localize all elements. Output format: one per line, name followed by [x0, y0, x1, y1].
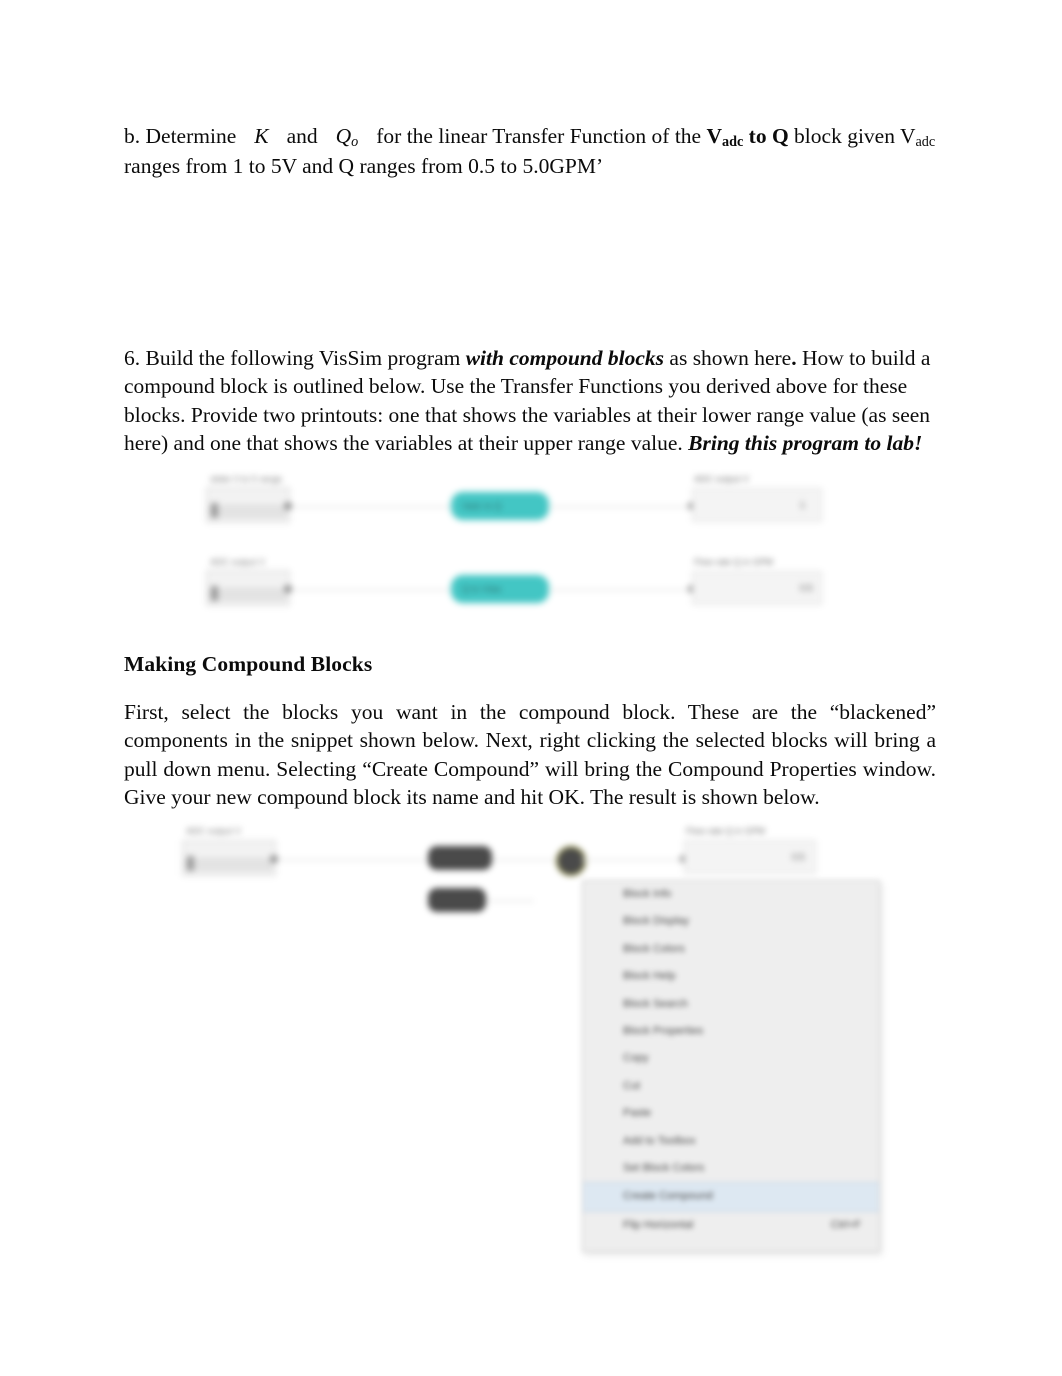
context-menu-item[interactable]: Cut — [583, 1073, 879, 1100]
slider-knob-row2[interactable] — [211, 586, 218, 601]
context-menu-item-label: Cut — [623, 1079, 641, 1092]
wire-right-row2 — [548, 589, 688, 591]
display-label-row2: Flow rate Q in GPM — [694, 557, 774, 567]
selected-block-3[interactable] — [556, 846, 586, 876]
question-6-body: as shown here — [664, 346, 792, 370]
compound-block-label-row1: Vadc to Q — [462, 501, 502, 511]
context-menu-item[interactable]: Paste — [583, 1100, 879, 1127]
context-menu-item-label: Block Search — [623, 997, 688, 1010]
context-menu-item[interactable]: Block Search — [583, 991, 879, 1018]
snippet-display-value: 0.5 — [792, 852, 805, 862]
vissim-row-2: ADC output V Q to Vdac Flow rate Q in GP… — [180, 545, 880, 625]
snippet-wire-mid-top — [492, 859, 556, 861]
question-6-lead: 6. Build the following VisSim program — [124, 346, 466, 370]
context-menu-item-label: Block Help — [623, 970, 676, 983]
snippet-wire-mid-bottom — [486, 900, 534, 902]
document-page: b. Determine Kand Qo for the linear Transfe… — [0, 0, 1062, 1376]
slider-label-row1: slider 0 to 5 range — [210, 474, 283, 484]
snippet-source-block[interactable] — [182, 840, 276, 876]
display-value-row2: 0.5 — [800, 583, 813, 593]
context-menu-item[interactable]: Block Display — [583, 908, 879, 935]
context-menu-item-label: Block Colors — [623, 942, 685, 955]
context-menu-item[interactable]: Block Colors — [583, 936, 879, 963]
context-menu-item[interactable]: Flip Horizontal Ctrl+F — [583, 1212, 879, 1239]
question-6-paragraph: 6. Build the following VisSim program wi… — [124, 344, 936, 458]
wire-left-row2 — [292, 589, 454, 591]
snippet-source-label: ADC output V — [186, 826, 242, 836]
compound-block-row2[interactable]: Q to Vdac — [452, 576, 548, 602]
context-menu-item[interactable]: Block Info — [583, 881, 879, 908]
vissim-program-diagram: slider 0 to 5 range Vadc to Q ADC output… — [180, 462, 880, 632]
question-b-prefix: b. Determine — [124, 124, 237, 148]
wire-right-row1 — [548, 506, 688, 508]
wire-left-row1 — [292, 506, 454, 508]
context-menu-item-label: Create Compound — [623, 1190, 713, 1203]
slider-block-row1[interactable] — [206, 487, 290, 523]
snippet-wire-left — [278, 859, 430, 861]
compound-block-row1[interactable]: Vadc to Q — [452, 493, 548, 519]
context-menu-item-shortcut: Ctrl+F — [830, 1218, 861, 1231]
slider-track-row1[interactable] — [210, 506, 286, 517]
snippet-slider-track[interactable] — [186, 859, 272, 870]
question-b-conjunction: and — [286, 124, 318, 148]
context-menu-item-label: Block Properties — [623, 1024, 704, 1037]
question-b-line2: ranges from 1 to 5V and Q ranges from 0.… — [124, 153, 604, 178]
selected-block-2[interactable] — [428, 888, 486, 912]
compound-block-label-row2: Q to Vdac — [462, 584, 503, 594]
question-6-emphasis-compound-blocks: with compound blocks — [465, 346, 665, 370]
context-menu-item[interactable]: Create Compound — [583, 1182, 879, 1212]
snippet-wire-right — [582, 859, 680, 861]
slider-knob-row1[interactable] — [211, 503, 218, 518]
display-value-row1: 1 — [800, 500, 806, 510]
block-name-vadc-to-q: Vadc to Q — [706, 124, 789, 151]
slider-label-row2: ADC output V — [210, 557, 266, 567]
display-label-row1: ADC output V — [694, 474, 750, 484]
context-menu-item-label: Block Display — [623, 915, 690, 928]
question-b-after-block: block given Vadc — [794, 124, 936, 151]
making-compound-blocks-paragraph: First, select the blocks you want in the… — [124, 700, 936, 810]
context-menu-item-label: Flip Horizontal — [623, 1218, 694, 1231]
context-menu[interactable]: Block Info Block Display Block Colors Block… — [582, 880, 880, 1252]
symbol-qo: Qo — [335, 124, 359, 151]
output-port-row1 — [284, 502, 292, 510]
context-menu-item[interactable]: Add to Toolbox — [583, 1128, 879, 1155]
context-menu-item-label: Block Info — [623, 888, 672, 900]
context-menu-item[interactable]: Copy — [583, 1045, 879, 1072]
context-menu-item-label: Paste — [623, 1107, 652, 1120]
snippet-output-port — [270, 855, 278, 863]
vissim-row-1: slider 0 to 5 range Vadc to Q ADC output… — [180, 462, 880, 542]
question-b-mid: for the linear Transfer Function of the — [376, 124, 702, 148]
slider-track-row2[interactable] — [210, 589, 286, 600]
context-menu-item[interactable]: Block Properties — [583, 1018, 879, 1045]
output-port-row2 — [284, 585, 292, 593]
symbol-k: K — [254, 124, 269, 148]
question-6-emphasis-bring-to-lab: Bring this program to lab! — [688, 431, 923, 456]
selected-block-1[interactable] — [428, 846, 492, 870]
context-menu-item-label: Set Block Colors — [623, 1161, 705, 1174]
snippet-slider-knob[interactable] — [187, 856, 194, 871]
question-b-paragraph: b. Determine Kand Qo for the linear Transfe… — [124, 122, 936, 180]
context-menu-item[interactable]: Set Block Colors — [583, 1155, 879, 1182]
context-menu-item-label: Add to Toolbox — [623, 1134, 696, 1147]
context-menu-item[interactable]: Block Help — [583, 963, 879, 990]
section-heading-making-compound-blocks: Making Compound Blocks — [124, 652, 373, 676]
slider-block-row2[interactable] — [206, 570, 290, 606]
snippet-display-label: Flow rate Q in GPM — [686, 826, 766, 836]
context-menu-item-label: Copy — [623, 1052, 649, 1065]
